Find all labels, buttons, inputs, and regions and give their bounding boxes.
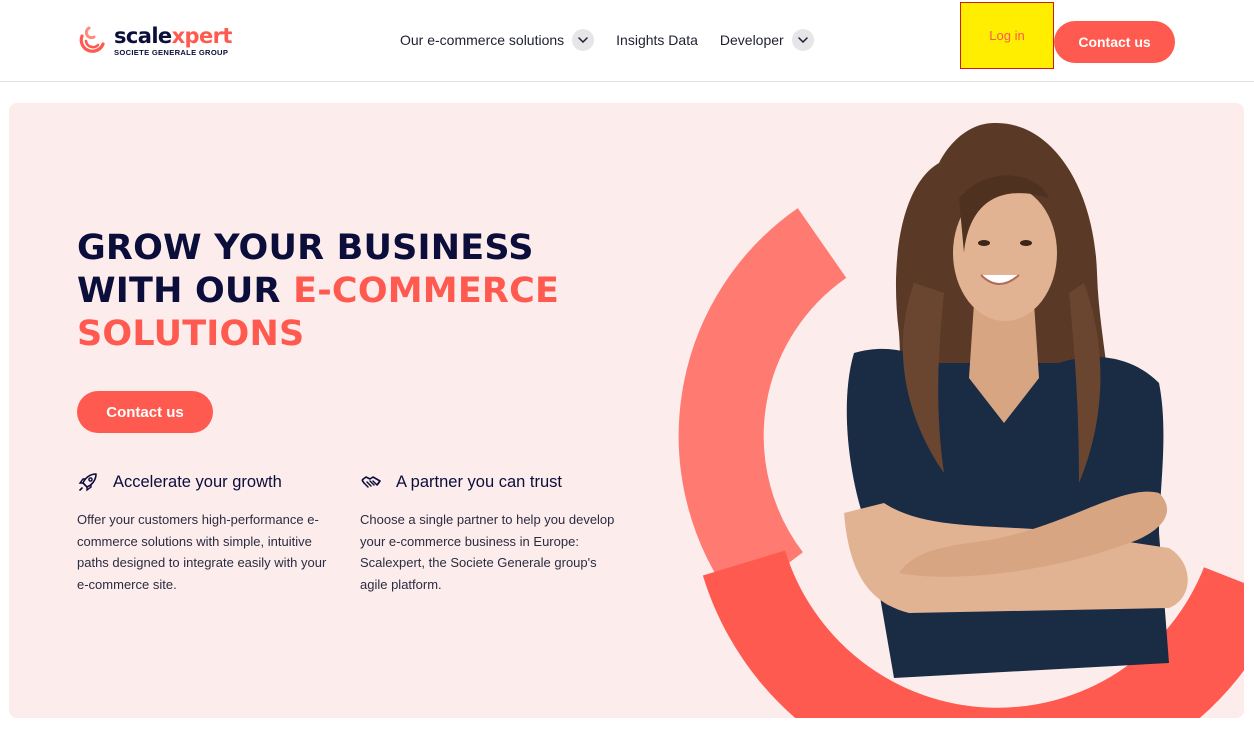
nav-item-developer[interactable]: Developer	[720, 29, 814, 51]
feature-description: Choose a single partner to help you deve…	[360, 512, 615, 592]
login-button[interactable]: Log in	[960, 2, 1054, 69]
woman-figure	[844, 122, 1188, 678]
logo-word-main: scale	[114, 24, 172, 48]
feature-accelerate-growth: Accelerate your growth Offer your custom…	[77, 469, 337, 595]
hero-contact-button[interactable]: Contact us	[77, 391, 213, 433]
logo-word-accent: xpert	[171, 24, 233, 48]
hero-headline: GROW YOUR BUSINESS WITH OUR E-COMMERCE S…	[77, 227, 637, 356]
handshake-icon	[361, 476, 381, 488]
headline-line-3-accent: SOLUTIONS	[77, 314, 305, 354]
hero-banner: GROW YOUR BUSINESS WITH OUR E-COMMERCE S…	[9, 103, 1244, 718]
headline-line-1: GROW YOUR BUSINESS	[77, 228, 534, 268]
decorative-arc-lower	[702, 550, 1244, 718]
nav-item-label: Insights Data	[616, 32, 698, 48]
logo-subtitle: SOCIETE GENERALE GROUP	[114, 48, 229, 57]
nav-item-ecommerce-solutions[interactable]: Our e-commerce solutions	[400, 29, 595, 51]
main-nav: Our e-commerce solutions Insights Data D…	[400, 29, 836, 51]
headline-line-2-dark: WITH OUR	[77, 271, 294, 311]
logo-wordmark: scalexpert	[114, 25, 232, 47]
decorative-arc	[678, 208, 847, 604]
feature-description: Offer your customers high-performance e-…	[77, 512, 327, 592]
headline-line-2-accent: E-COMMERCE	[293, 271, 560, 311]
site-header: scalexpert SOCIETE GENERALE GROUP Our e-…	[0, 0, 1254, 82]
chevron-down-icon[interactable]	[791, 29, 814, 51]
nav-item-label: Developer	[719, 32, 784, 48]
feature-title: Accelerate your growth	[113, 472, 282, 491]
nav-item-insights-data[interactable]: Insights Data	[616, 32, 698, 48]
scalexpert-logo[interactable]: scalexpert SOCIETE GENERALE GROUP	[76, 24, 232, 58]
logo-mark-icon	[79, 26, 105, 53]
feature-trusted-partner: A partner you can trust Choose a single …	[360, 469, 620, 595]
nav-item-label: Our e-commerce solutions	[400, 32, 565, 48]
header-contact-button[interactable]: Contact us	[1054, 21, 1175, 63]
chevron-down-icon[interactable]	[572, 29, 595, 51]
feature-title: A partner you can trust	[396, 472, 563, 491]
rocket-icon	[78, 473, 97, 492]
